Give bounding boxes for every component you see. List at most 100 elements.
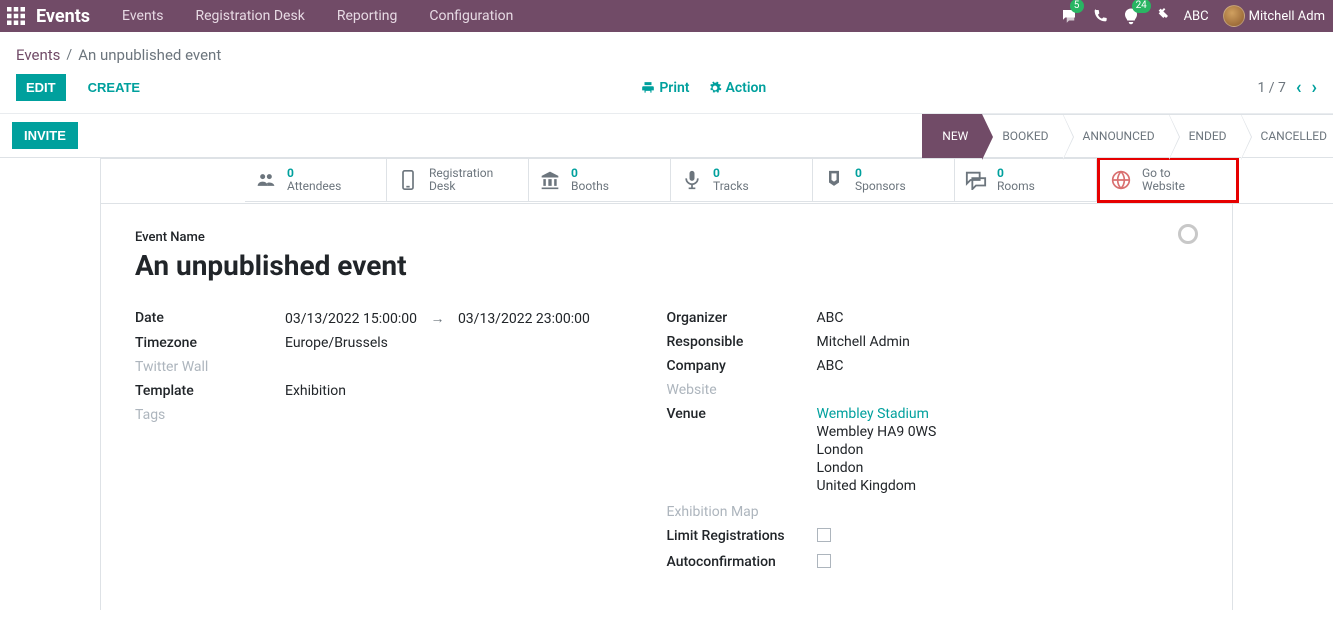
- gear-icon: [708, 81, 722, 95]
- venue-country: United Kingdom: [817, 478, 1199, 494]
- tags-label: Tags: [135, 407, 285, 423]
- venue-label: Venue: [667, 406, 817, 496]
- action-label: Action: [726, 80, 767, 96]
- venue-line2: Wembley HA9 0WS: [817, 424, 1199, 440]
- template-value[interactable]: Exhibition: [285, 383, 667, 399]
- breadcrumb: Events / An unpublished event: [0, 32, 1333, 64]
- comments-icon: [965, 170, 987, 190]
- top-nav: Events Events Registration Desk Reportin…: [0, 0, 1333, 32]
- stat-sponsors-label: Sponsors: [855, 180, 906, 193]
- stage-booked[interactable]: BOOKED: [982, 114, 1062, 158]
- date-label: Date: [135, 310, 285, 327]
- date-start: 03/13/2022 15:00:00: [285, 311, 417, 327]
- arrow-right-icon: →: [430, 311, 444, 327]
- responsible-label: Responsible: [667, 334, 817, 350]
- event-name-value: An unpublished event: [135, 249, 1198, 282]
- form-sheet: Event Name An unpublished event Date 03/…: [100, 204, 1233, 610]
- stat-tracks[interactable]: 0Tracks: [671, 158, 813, 202]
- badge-icon: [823, 170, 845, 190]
- stat-attendees[interactable]: 0Attendees: [245, 158, 387, 202]
- phone-icon[interactable]: [1092, 8, 1108, 24]
- stage-cancelled[interactable]: CANCELLED: [1241, 114, 1333, 158]
- debug-icon[interactable]: [1154, 8, 1170, 24]
- col-left: Date 03/13/2022 15:00:00 → 03/13/2022 23…: [135, 310, 667, 580]
- action-button[interactable]: Action: [708, 80, 767, 96]
- stat-rooms[interactable]: 0Rooms: [955, 158, 1097, 202]
- bank-icon: [539, 170, 561, 190]
- messaging-badge: 5: [1070, 0, 1084, 13]
- stat-tracks-label: Tracks: [713, 180, 749, 193]
- stat-row: 0Attendees RegistrationDesk 0Booths 0Tra…: [100, 158, 1333, 204]
- stat-registration-desk[interactable]: RegistrationDesk: [387, 158, 529, 202]
- edit-button[interactable]: EDIT: [16, 74, 66, 101]
- form-columns: Date 03/13/2022 15:00:00 → 03/13/2022 23…: [135, 310, 1198, 580]
- stage-announced[interactable]: ANNOUNCED: [1063, 114, 1169, 158]
- activities-icon[interactable]: 24: [1122, 7, 1140, 25]
- breadcrumb-current: An unpublished event: [78, 46, 221, 64]
- website-value: [817, 382, 1199, 398]
- nav-item-registration-desk[interactable]: Registration Desk: [179, 8, 320, 24]
- company-value[interactable]: ABC: [817, 358, 1199, 374]
- stat-go-to-website[interactable]: Go toWebsite: [1097, 157, 1239, 203]
- globe-icon: [1110, 170, 1132, 190]
- event-name-label: Event Name: [135, 230, 1198, 245]
- user-menu[interactable]: Mitchell Adm: [1223, 5, 1325, 27]
- responsible-value[interactable]: Mitchell Admin: [817, 334, 1199, 350]
- website-field-label: Website: [667, 382, 817, 398]
- limit-registrations-label: Limit Registrations: [667, 528, 817, 546]
- apps-icon[interactable]: [0, 0, 32, 32]
- stat-booths-label: Booths: [571, 180, 609, 193]
- print-button[interactable]: Print: [641, 80, 689, 96]
- app-title[interactable]: Events: [32, 6, 106, 27]
- nav-item-reporting[interactable]: Reporting: [321, 8, 414, 24]
- stage-bar: NEW BOOKED ANNOUNCED ENDED CANCELLED: [922, 114, 1333, 158]
- breadcrumb-root[interactable]: Events: [16, 46, 60, 64]
- print-label: Print: [659, 80, 689, 96]
- stat-rooms-label: Rooms: [997, 180, 1035, 193]
- action-bar: EDIT CREATE Print Action 1 / 7 ‹ ›: [0, 64, 1333, 113]
- organizer-value[interactable]: ABC: [817, 310, 1199, 326]
- pager-next[interactable]: ›: [1312, 77, 1317, 98]
- users-icon: [255, 170, 277, 190]
- nav-item-configuration[interactable]: Configuration: [413, 8, 529, 24]
- twitter-wall-label: Twitter Wall: [135, 359, 285, 375]
- nav-item-events[interactable]: Events: [106, 8, 179, 24]
- status-row: INVITE NEW BOOKED ANNOUNCED ENDED CANCEL…: [0, 114, 1333, 158]
- stat-sponsors[interactable]: 0Sponsors: [813, 158, 955, 202]
- stat-booths[interactable]: 0Booths: [529, 158, 671, 202]
- top-nav-left: Events Events Registration Desk Reportin…: [0, 0, 529, 32]
- col-right: OrganizerABC ResponsibleMitchell Admin C…: [667, 310, 1199, 580]
- pager-prev[interactable]: ‹: [1296, 77, 1302, 98]
- venue-name[interactable]: Wembley Stadium: [817, 406, 1199, 422]
- create-button[interactable]: CREATE: [78, 74, 150, 101]
- exhibition-map-label: Exhibition Map: [667, 504, 817, 520]
- pager: 1 / 7 ‹ ›: [1257, 77, 1317, 98]
- breadcrumb-sep: /: [60, 47, 78, 63]
- microphone-icon: [681, 170, 703, 190]
- stage-new[interactable]: NEW: [922, 114, 982, 158]
- limit-registrations-checkbox[interactable]: [817, 528, 831, 542]
- template-label: Template: [135, 383, 285, 399]
- company-selector[interactable]: ABC: [1184, 9, 1209, 24]
- organizer-label: Organizer: [667, 310, 817, 326]
- date-value: 03/13/2022 15:00:00 → 03/13/2022 23:00:0…: [285, 310, 667, 327]
- user-name: Mitchell Adm: [1245, 9, 1325, 24]
- date-end: 03/13/2022 23:00:00: [458, 311, 590, 327]
- company-name: ABC: [1184, 9, 1209, 24]
- venue-value: Wembley Stadium Wembley HA9 0WS London L…: [817, 406, 1199, 496]
- messaging-icon[interactable]: 5: [1060, 7, 1078, 25]
- activities-badge: 24: [1132, 0, 1151, 13]
- company-label: Company: [667, 358, 817, 374]
- pager-count: 1 / 7: [1257, 80, 1285, 96]
- mobile-icon: [397, 170, 419, 190]
- stat-attendees-label: Attendees: [287, 180, 341, 193]
- kanban-state-dot[interactable]: [1178, 224, 1198, 244]
- autoconfirmation-checkbox[interactable]: [817, 554, 831, 568]
- print-icon: [641, 81, 655, 95]
- tags-value: [285, 407, 667, 423]
- action-center: Print Action: [641, 80, 766, 96]
- invite-button[interactable]: INVITE: [12, 122, 78, 149]
- avatar: [1223, 5, 1245, 27]
- stat-row-lead: [100, 158, 245, 203]
- twitter-wall-value: [285, 359, 667, 375]
